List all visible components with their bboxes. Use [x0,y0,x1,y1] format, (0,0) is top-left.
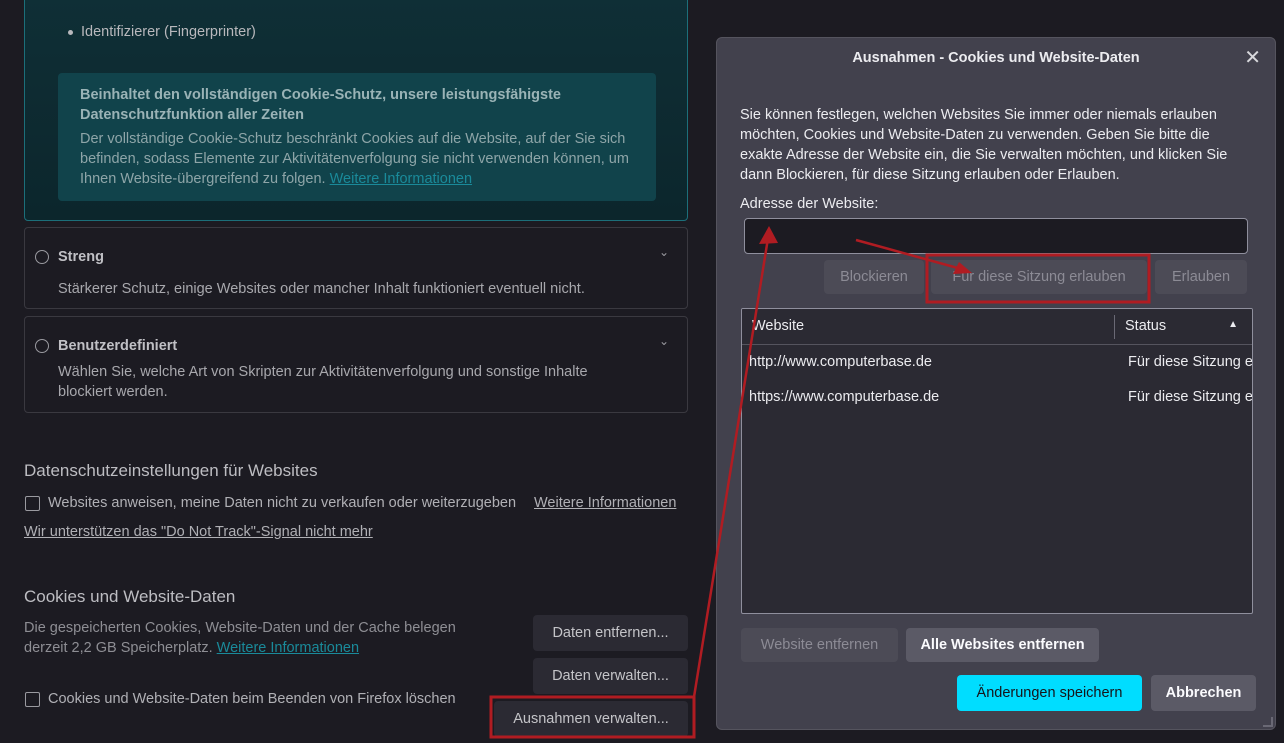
dont-sell-more-link[interactable]: Weitere Informationen [534,495,676,511]
column-status[interactable]: Status [1125,318,1166,334]
bullet-dot-icon [68,29,73,35]
remove-website-button[interactable]: Website entfernen [741,628,898,662]
row-website: http://www.computerbase.de [749,354,932,370]
dialog-description: Sie können festlegen, welchen Websites S… [740,107,1228,183]
cookies-more-link[interactable]: Weitere Informationen [217,640,359,656]
strict-radio[interactable] [35,250,49,264]
delete-on-close-label: Cookies und Website-Daten beim Beenden v… [48,691,456,707]
address-label: Adresse der Website: [740,196,879,212]
allow-session-button[interactable]: Für diese Sitzung erlauben [931,260,1147,294]
cookies-desc: Die gespeicherten Cookies, Website-Daten… [24,618,494,658]
bullet-text: Identifizierer (Fingerprinter) [81,24,256,40]
block-button[interactable]: Blockieren [824,260,924,294]
resize-grip-icon[interactable] [1263,717,1273,727]
clear-data-button[interactable]: Daten entfernen... [533,615,688,651]
info-heading: Beinhaltet den vollständigen Cookie-Schu… [80,87,561,123]
row-website: https://www.computerbase.de [749,389,940,405]
cookies-heading: Cookies und Website-Daten [24,587,236,606]
custom-radio[interactable] [35,339,49,353]
custom-title: Benutzerdefiniert [58,338,178,354]
manage-data-button[interactable]: Daten verwalten... [533,658,688,694]
strict-title: Streng [58,249,104,265]
delete-on-close-checkbox[interactable] [25,692,40,707]
column-website[interactable]: Website [752,318,804,334]
address-input[interactable] [744,218,1248,254]
table-row[interactable]: https://www.computerbase.de Für diese Si… [742,381,1252,415]
cancel-button[interactable]: Abbrechen [1151,675,1256,711]
info-box: Beinhaltet den vollständigen Cookie-Schu… [58,73,656,201]
fingerprinter-bullet: Identifizierer (Fingerprinter) [68,24,256,40]
row-status: Für diese Sitzung erlauben [1128,389,1253,405]
allow-button[interactable]: Erlauben [1155,260,1247,294]
table-row[interactable]: http://www.computerbase.de Für diese Sit… [742,346,1252,380]
chevron-down-icon[interactable]: ⌄ [659,245,669,259]
row-status: Für diese Sitzung erlauben [1128,354,1253,370]
option-custom[interactable]: Benutzerdefiniert ⌄ Wählen Sie, welche A… [24,316,688,413]
option-strict[interactable]: Streng ⌄ Stärkerer Schutz, einige Websit… [24,227,688,309]
dont-sell-label: Websites anweisen, meine Daten nicht zu … [48,495,517,511]
table-header: Website Status ▲ [742,309,1252,345]
exceptions-dialog: Ausnahmen - Cookies und Website-Daten ✕ … [716,37,1276,730]
dont-sell-checkbox[interactable] [25,496,40,511]
save-changes-button[interactable]: Änderungen speichern [957,675,1142,711]
exceptions-table[interactable]: Website Status ▲ http://www.computerbase… [741,308,1253,614]
privacy-heading: Datenschutzeinstellungen für Websites [24,461,318,480]
dnt-link[interactable]: Wir unterstützen das "Do Not Track"-Sign… [24,524,373,540]
close-icon[interactable]: ✕ [1244,45,1261,70]
manage-exceptions-button[interactable]: Ausnahmen verwalten... [494,701,688,737]
dialog-title: Ausnahmen - Cookies und Website-Daten [852,50,1140,66]
info-body: Der vollständige Cookie-Schutz beschränk… [80,129,634,189]
info-more-link[interactable]: Weitere Informationen [330,171,472,187]
strict-desc: Stärkerer Schutz, einige Websites oder m… [58,281,585,297]
remove-all-websites-button[interactable]: Alle Websites entfernen [906,628,1099,662]
custom-desc: Wählen Sie, welche Art von Skripten zur … [58,364,588,400]
column-separator [1114,315,1115,339]
sort-ascending-icon[interactable]: ▲ [1228,319,1238,330]
chevron-down-icon[interactable]: ⌄ [659,334,669,348]
